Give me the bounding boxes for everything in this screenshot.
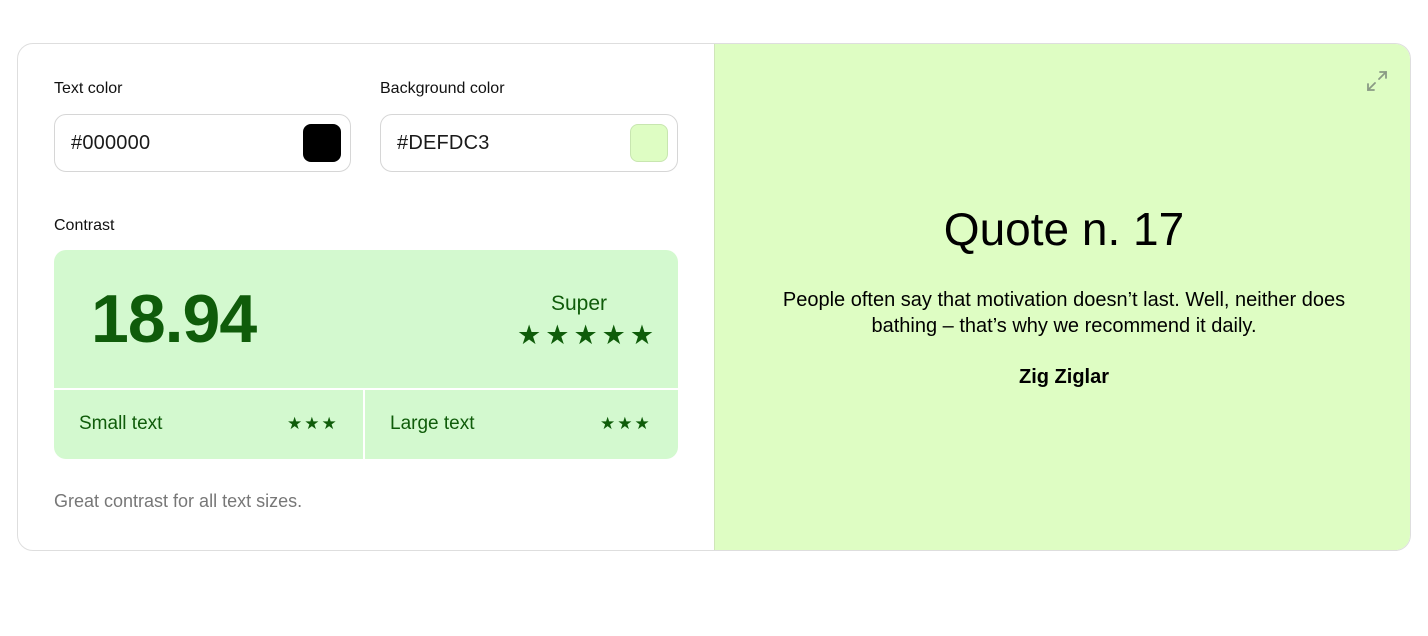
star-icon: ★ — [321, 414, 337, 433]
star-icon: ★ — [545, 320, 570, 350]
rating-stars: ★ ★ ★ ★ ★ — [517, 322, 654, 349]
star-icon: ★ — [573, 320, 598, 350]
star-icon: ★ — [304, 414, 320, 433]
controls-panel: Text color #000000 Background color #DEF… — [18, 44, 714, 550]
background-color-value[interactable]: #DEFDC3 — [397, 132, 490, 155]
small-text-rating: Small text ★ ★ ★ — [54, 390, 363, 459]
star-icon: ★ — [629, 320, 655, 350]
star-icon: ★ — [601, 320, 626, 350]
text-color-value[interactable]: #000000 — [71, 132, 150, 155]
contrast-checker-card: Text color #000000 Background color #DEF… — [17, 43, 1411, 551]
background-color-swatch[interactable] — [630, 124, 668, 162]
text-color-swatch[interactable] — [303, 124, 341, 162]
large-text-stars: ★ ★ ★ — [600, 415, 650, 432]
large-text-label: Large text — [390, 413, 475, 434]
contrast-hint: Great contrast for all text sizes. — [54, 491, 303, 511]
star-icon: ★ — [517, 320, 542, 350]
star-icon: ★ — [617, 414, 633, 433]
preview-panel: Quote n. 17 People often say that motiva… — [714, 44, 1410, 550]
background-color-label: Background color — [380, 80, 505, 97]
small-text-label: Small text — [79, 413, 163, 434]
contrast-label: Contrast — [54, 217, 115, 234]
small-text-stars: ★ ★ ★ — [287, 415, 337, 432]
star-icon: ★ — [634, 414, 650, 433]
large-text-rating: Large text ★ ★ ★ — [365, 390, 678, 459]
contrast-rating: Super — [550, 292, 608, 315]
expand-icon[interactable] — [1366, 70, 1388, 92]
quote-text: People often say that motivation doesn’t… — [782, 289, 1346, 337]
contrast-ratio: 18.94 — [91, 281, 257, 357]
text-color-input[interactable]: #000000 — [54, 114, 351, 172]
star-icon: ★ — [600, 414, 616, 433]
text-color-label: Text color — [54, 80, 123, 97]
quote-title: Quote n. 17 — [943, 203, 1185, 255]
contrast-result-box: 18.94 Super ★ ★ ★ ★ ★ Small text ★ ★ ★ L… — [54, 250, 678, 459]
quote-author: Zig Ziglar — [1019, 366, 1109, 388]
background-color-input[interactable]: #DEFDC3 — [380, 114, 678, 172]
star-icon: ★ — [287, 414, 303, 433]
